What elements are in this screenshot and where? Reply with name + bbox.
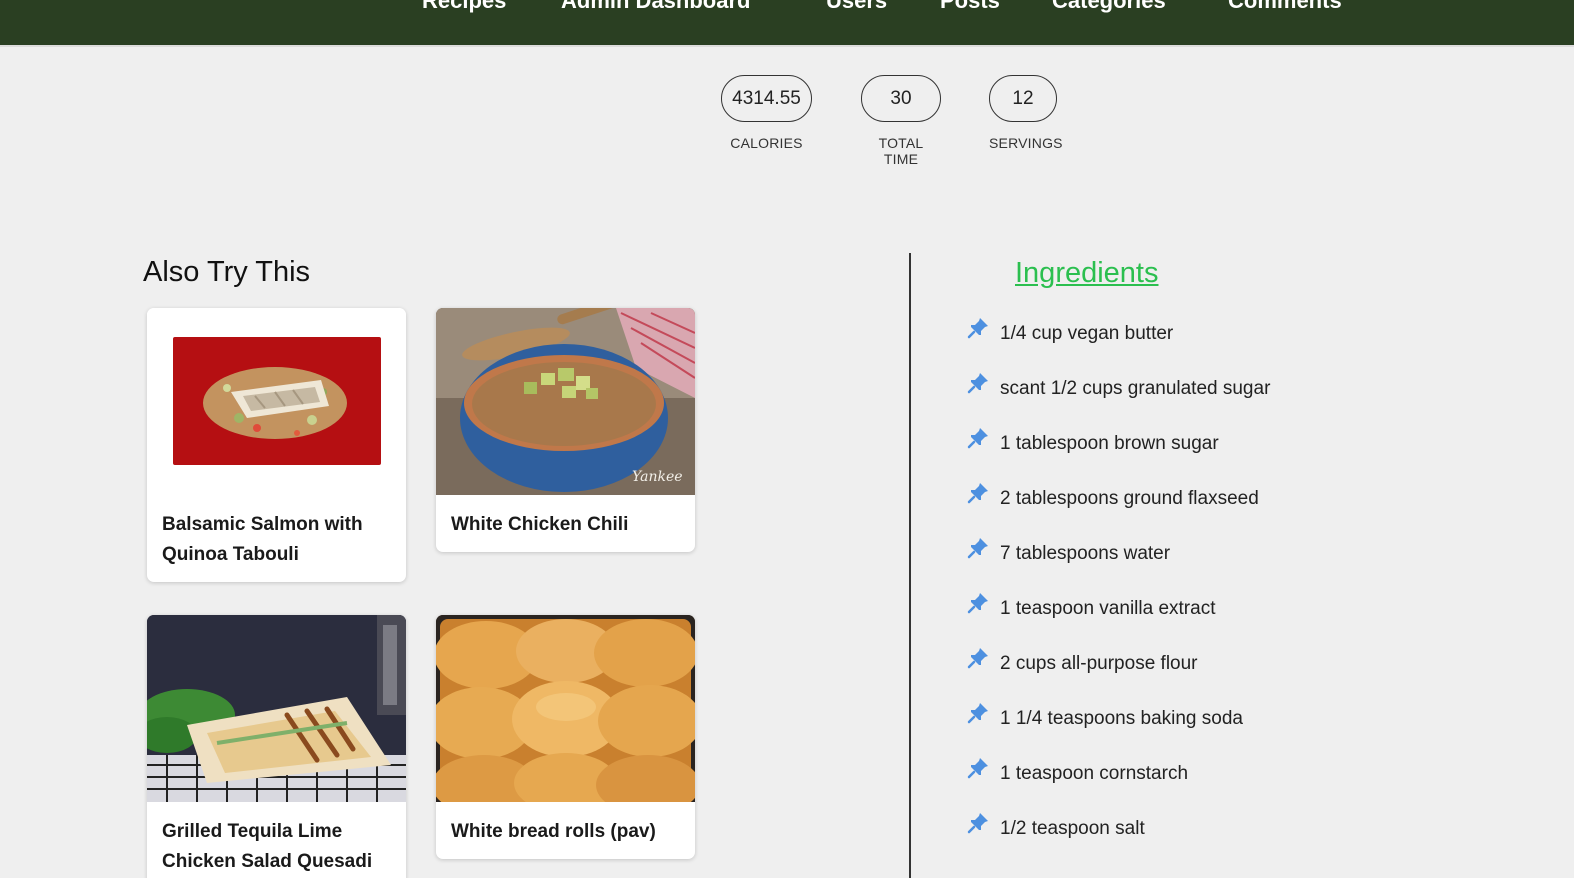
total-time-label: TOTAL TIME: [878, 135, 924, 167]
pin-icon: [966, 646, 1000, 670]
ingredient-item: 7 tablespoons water: [966, 536, 1270, 591]
servings-stat: 12 SERVINGS: [989, 75, 1063, 151]
ingredient-text: 1/2 teaspoon salt: [1000, 818, 1145, 839]
recipe-card-balsamic-salmon[interactable]: Balsamic Salmon with Quinoa Tabouli: [147, 308, 406, 582]
ingredient-item: 2 cups all-purpose flour: [966, 646, 1270, 701]
pin-icon: [966, 701, 1000, 725]
top-nav: Recipes Admin Dashboard Users Posts Cate…: [0, 0, 1574, 47]
ingredient-item: 1 teaspoon cornstarch: [966, 756, 1270, 811]
ingredient-text: 1 1/4 teaspoons baking soda: [1000, 708, 1243, 729]
recipe-image-balsamic-salmon: [147, 308, 406, 495]
ingredient-text: 2 cups all-purpose flour: [1000, 653, 1198, 674]
pin-icon: [966, 481, 1000, 505]
pin-icon: [966, 316, 1000, 340]
ingredient-item: 1 teaspoon vanilla extract: [966, 591, 1270, 646]
ingredient-text: 7 tablespoons water: [1000, 543, 1171, 564]
pin-icon: [966, 811, 1000, 835]
total-time-stat: 30 TOTAL TIME: [861, 75, 941, 167]
recipe-title[interactable]: White Chicken Chili: [436, 495, 695, 552]
ingredient-item: 1/4 cup vegan butter: [966, 316, 1270, 371]
nav-categories[interactable]: Categories: [1052, 0, 1166, 14]
ingredient-text: 2 tablespoons ground flaxseed: [1000, 488, 1259, 509]
calories-label: CALORIES: [730, 135, 803, 151]
ingredient-item: 1 tablespoon brown sugar: [966, 426, 1270, 481]
ingredient-text: 1/4 cup vegan butter: [1000, 323, 1174, 344]
ingredient-text: 1 tablespoon brown sugar: [1000, 433, 1219, 454]
ingredient-item: scant 1/2 cups granulated sugar: [966, 371, 1270, 426]
pin-icon: [966, 371, 1000, 395]
nav-posts[interactable]: Posts: [940, 0, 1000, 14]
pin-icon: [966, 591, 1000, 615]
recipe-title[interactable]: Grilled Tequila Lime Chicken Salad Quesa…: [147, 802, 406, 878]
svg-text:Yankee: Yankee: [632, 469, 683, 485]
ingredient-item: 1 1/4 teaspoons baking soda: [966, 701, 1270, 756]
ingredients-heading[interactable]: Ingredients: [1015, 257, 1159, 290]
nav-admin-dashboard[interactable]: Admin Dashboard: [561, 0, 750, 14]
nav-recipes[interactable]: Recipes: [422, 0, 506, 14]
recipe-image-white-bread-rolls: [436, 615, 695, 802]
pin-icon: [966, 536, 1000, 560]
recipe-title[interactable]: Balsamic Salmon with Quinoa Tabouli: [147, 495, 406, 582]
pin-icon: [966, 756, 1000, 780]
total-time-value: 30: [861, 75, 941, 122]
servings-label: SERVINGS: [989, 135, 1063, 151]
servings-value: 12: [989, 75, 1057, 122]
recipe-card-white-chicken-chili[interactable]: Yankee White Chicken Chili: [436, 308, 695, 552]
recipe-card-white-bread-rolls[interactable]: White bread rolls (pav): [436, 615, 695, 859]
recipe-card-grilled-quesadilla[interactable]: Grilled Tequila Lime Chicken Salad Quesa…: [147, 615, 406, 878]
calories-stat: 4314.55 CALORIES: [721, 75, 812, 151]
calories-value: 4314.55: [721, 75, 812, 122]
ingredient-text: 1 teaspoon vanilla extract: [1000, 598, 1216, 619]
recipe-image-white-chicken-chili: Yankee: [436, 308, 695, 495]
recipe-image-grilled-quesadilla: [147, 615, 406, 802]
ingredients-list: 1/4 cup vegan butter scant 1/2 cups gran…: [966, 316, 1270, 866]
ingredient-text: 1 teaspoon cornstarch: [1000, 763, 1189, 784]
ingredient-item: 1/2 teaspoon salt: [966, 811, 1270, 866]
ingredient-text: scant 1/2 cups granulated sugar: [1000, 378, 1271, 399]
nav-users[interactable]: Users: [826, 0, 887, 14]
also-try-heading: Also Try This: [143, 256, 311, 288]
recipe-title[interactable]: White bread rolls (pav): [436, 802, 695, 859]
ingredient-item: 2 tablespoons ground flaxseed: [966, 481, 1270, 536]
pin-icon: [966, 426, 1000, 450]
nav-comments[interactable]: Comments: [1228, 0, 1342, 14]
column-divider: [909, 253, 911, 878]
